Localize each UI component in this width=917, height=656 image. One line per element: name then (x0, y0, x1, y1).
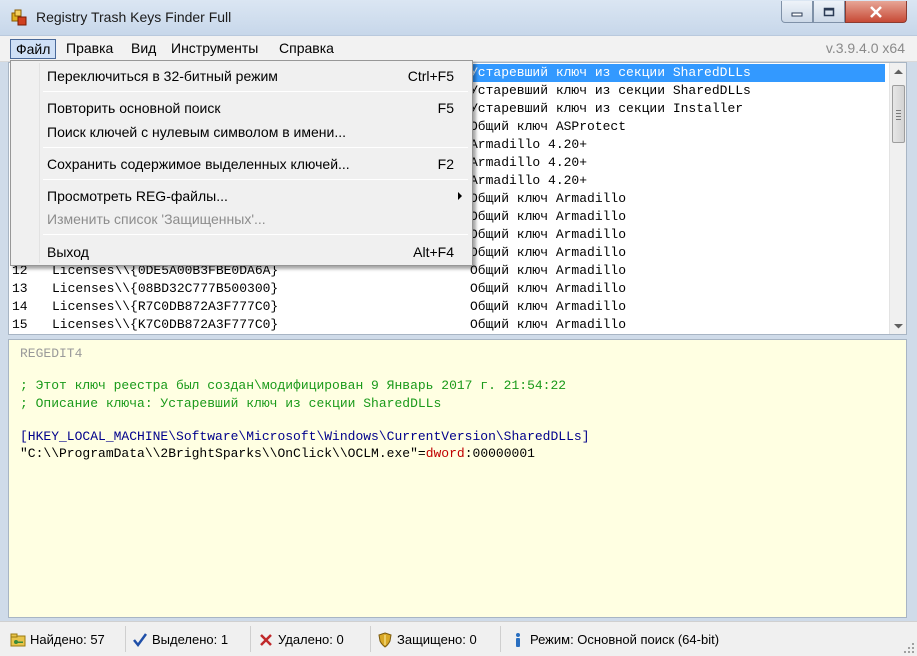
status-bar: Найдено: 57 Выделено: 1 Удалено: 0 Защищ… (0, 621, 917, 656)
shield-icon (377, 632, 393, 648)
reg-comment-created: ; Этот ключ реестра был создан\модифицир… (20, 378, 567, 393)
reg-comment-description: ; Описание ключа: Устаревший ключ из сек… (20, 396, 442, 411)
row-key-type: Общий ключ Armadillo (470, 245, 627, 260)
status-deleted-text: Удалено: 0 (278, 632, 344, 647)
folder-key-icon (10, 632, 26, 648)
row-key-name: Licenses\\{K7C0DB872A3F777C0} (52, 317, 279, 332)
menu-view[interactable]: Вид (126, 39, 161, 59)
app-icon (11, 9, 27, 26)
status-mode: Режим: Основной поиск (64-bit) (510, 630, 719, 650)
reg-preview[interactable]: REGEDIT4 ; Этот ключ реестра был создан\… (8, 339, 907, 618)
row-key-type: Armadillo 4.20+ (470, 173, 588, 188)
menu-edit[interactable]: Правка (61, 39, 118, 59)
window-title: Registry Trash Keys Finder Full (36, 9, 232, 25)
row-key-type: Общий ключ Armadillo (470, 281, 627, 296)
list-row[interactable]: 13 Licenses\\{08BD32C777B500300} Общий клю… (9, 280, 889, 298)
reg-colon: : (464, 446, 473, 461)
scroll-thumb[interactable] (892, 85, 905, 143)
reg-header: REGEDIT4 (20, 346, 83, 361)
menu-help[interactable]: Справка (274, 39, 339, 59)
row-key-type: Общий ключ Armadillo (470, 317, 627, 332)
status-protected: Защищено: 0 (377, 630, 477, 650)
menu-item-edit-protected: Изменить список 'Защищенных'... (47, 211, 266, 227)
status-protected-text: Защищено: 0 (397, 632, 477, 647)
row-key-type: Armadillo 4.20+ (470, 137, 588, 152)
menu-item-view-reg-files[interactable]: Просмотреть REG-файлы... (13, 185, 470, 207)
status-selected-text: Выделено: 1 (152, 632, 229, 647)
minimize-icon (791, 12, 803, 16)
menu-item-save-selected[interactable]: Сохранить содержимое выделенных ключей..… (13, 153, 470, 175)
info-icon (510, 632, 526, 648)
row-key-type: Общий ключ Armadillo (470, 263, 627, 278)
close-icon (870, 5, 882, 18)
menu-file[interactable]: Файл (10, 39, 57, 59)
maximize-button[interactable] (813, 1, 845, 23)
list-scrollbar[interactable] (889, 63, 906, 334)
menu-item-exit[interactable]: Выход Alt+F4 (13, 241, 470, 263)
row-key-type: Общий ключ Armadillo (470, 227, 627, 242)
row-key-type: Armadillo 4.20+ (470, 155, 588, 170)
row-key-type: Общий ключ Armadillo (470, 299, 627, 314)
delete-cross-icon (258, 632, 274, 648)
row-key-type: Устаревший ключ из секции SharedDLLs (469, 64, 885, 82)
checkmark-icon (132, 632, 148, 648)
status-deleted: Удалено: 0 (258, 630, 344, 650)
reg-equals: = (417, 446, 426, 461)
menu-bar: Файл Правка Вид Инструменты Справка v.3.… (0, 36, 917, 62)
row-number: 13 (12, 281, 28, 296)
list-row[interactable]: 14 Licenses\\{R7C0DB872A3F777C0} Общий клю… (9, 298, 889, 316)
scroll-up-button[interactable] (890, 63, 906, 80)
maximize-icon (823, 7, 835, 16)
scroll-down-button[interactable] (890, 317, 906, 334)
file-menu-dropdown: Переключиться в 32-битный режим Ctrl+F5 … (10, 60, 473, 266)
menu-item-repeat-search[interactable]: Повторить основной поиск F5 (13, 97, 470, 119)
resize-grip-icon[interactable] (903, 642, 915, 654)
row-key-type: Общий ключ Armadillo (470, 209, 627, 224)
row-number: 15 (12, 317, 28, 332)
status-selected: Выделено: 1 (132, 630, 228, 650)
menu-item-null-char-search[interactable]: Поиск ключей с нулевым символом в имени.… (13, 121, 470, 143)
row-key-type: Общий ключ ASProtect (470, 119, 627, 134)
status-found: Найдено: 57 (10, 630, 105, 650)
row-key-name: Licenses\\{R7C0DB872A3F777C0} (52, 299, 279, 314)
minimize-button[interactable] (781, 1, 813, 23)
row-key-type: Общий ключ Armadillo (470, 191, 627, 206)
reg-value-line: "C:\\ProgramData\\2BrightSparks\\OnClick… (20, 446, 535, 461)
reg-value-name: "C:\\ProgramData\\2BrightSparks\\OnClick… (20, 446, 418, 461)
row-key-name: Licenses\\{08BD32C777B500300} (52, 281, 279, 296)
row-number: 14 (12, 299, 28, 314)
reg-key-path: [HKEY_LOCAL_MACHINE\Software\Microsoft\W… (20, 429, 590, 444)
close-button[interactable] (845, 1, 907, 23)
chevron-up-icon (894, 69, 903, 74)
status-found-text: Найдено: 57 (30, 632, 105, 647)
chevron-down-icon (894, 323, 903, 328)
row-key-type: Устаревший ключ из секции Installer (470, 101, 744, 116)
status-mode-text: Режим: Основной поиск (64-bit) (530, 632, 720, 647)
menu-tools[interactable]: Инструменты (166, 39, 263, 59)
version-label: v.3.9.4.0 x64 (825, 40, 905, 56)
submenu-arrow-icon (458, 192, 462, 200)
reg-value-data: 00000001 (472, 446, 535, 461)
menu-item-switch-32bit[interactable]: Переключиться в 32-битный режим Ctrl+F5 (13, 65, 470, 87)
row-key-type: Устаревший ключ из секции SharedDLLs (470, 83, 751, 98)
reg-value-type: dword (425, 446, 465, 461)
list-row[interactable]: 15 Licenses\\{K7C0DB872A3F777C0} Общий клю… (9, 316, 889, 334)
title-bar: Registry Trash Keys Finder Full (0, 0, 917, 36)
